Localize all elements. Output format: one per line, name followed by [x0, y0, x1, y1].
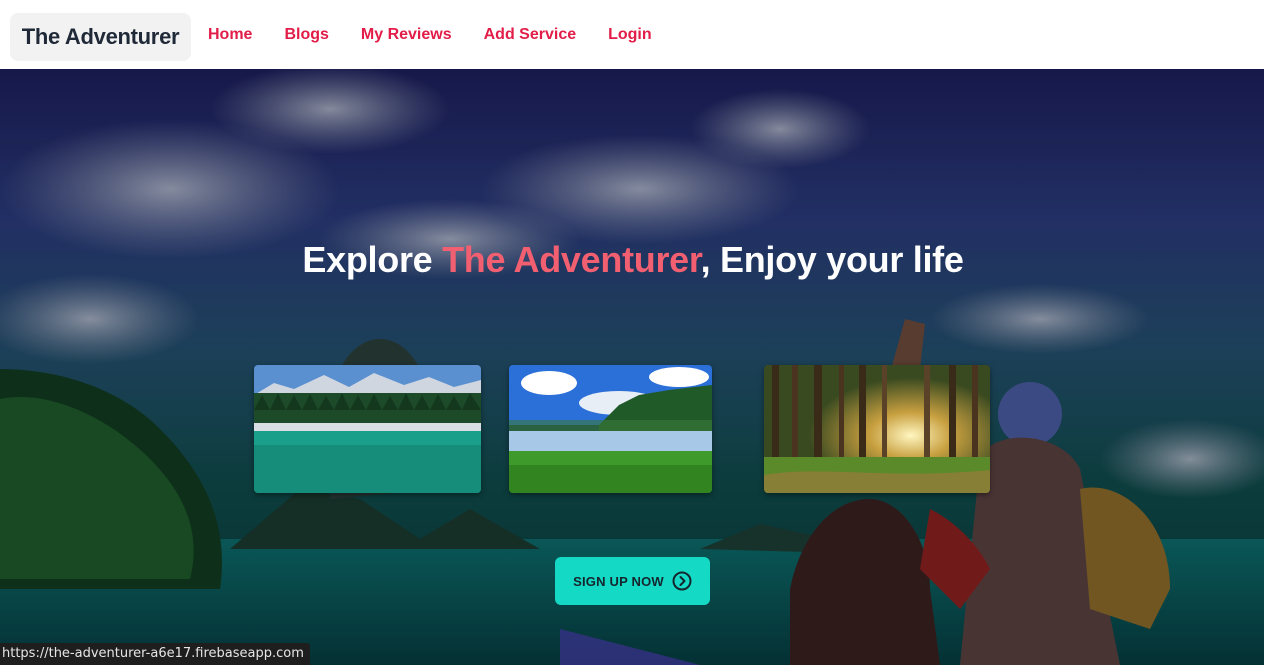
- hero-section: Explore The Adventurer, Enjoy your life: [0, 69, 1264, 665]
- headline-suffix: , Enjoy your life: [700, 239, 964, 280]
- meadow-lake-image: [509, 365, 712, 493]
- nav-links: Home Blogs My Reviews Add Service Login: [208, 0, 684, 69]
- nav-my-reviews-link[interactable]: My Reviews: [361, 26, 452, 44]
- chevron-right-circle-icon: [672, 571, 692, 591]
- sign-up-now-button[interactable]: SIGN UP NOW: [555, 557, 710, 605]
- nav-login-link[interactable]: Login: [608, 26, 652, 44]
- brand-logo[interactable]: The Adventurer: [10, 13, 191, 61]
- hero-headline: Explore The Adventurer, Enjoy your life: [0, 239, 1264, 281]
- status-bar-url: https://the-adventurer-a6e17.firebaseapp…: [0, 643, 310, 665]
- nav-blogs-link[interactable]: Blogs: [284, 26, 328, 44]
- nav-home-link[interactable]: Home: [208, 26, 252, 44]
- navbar: The Adventurer Home Blogs My Reviews Add…: [0, 0, 1264, 69]
- sunlit-forest-image: [764, 365, 990, 493]
- headline-prefix: Explore: [302, 239, 443, 280]
- mountain-lake-image: [254, 365, 481, 493]
- sign-up-label: SIGN UP NOW: [573, 573, 664, 589]
- headline-accent: The Adventurer: [442, 239, 701, 280]
- nav-add-service-link[interactable]: Add Service: [484, 26, 576, 44]
